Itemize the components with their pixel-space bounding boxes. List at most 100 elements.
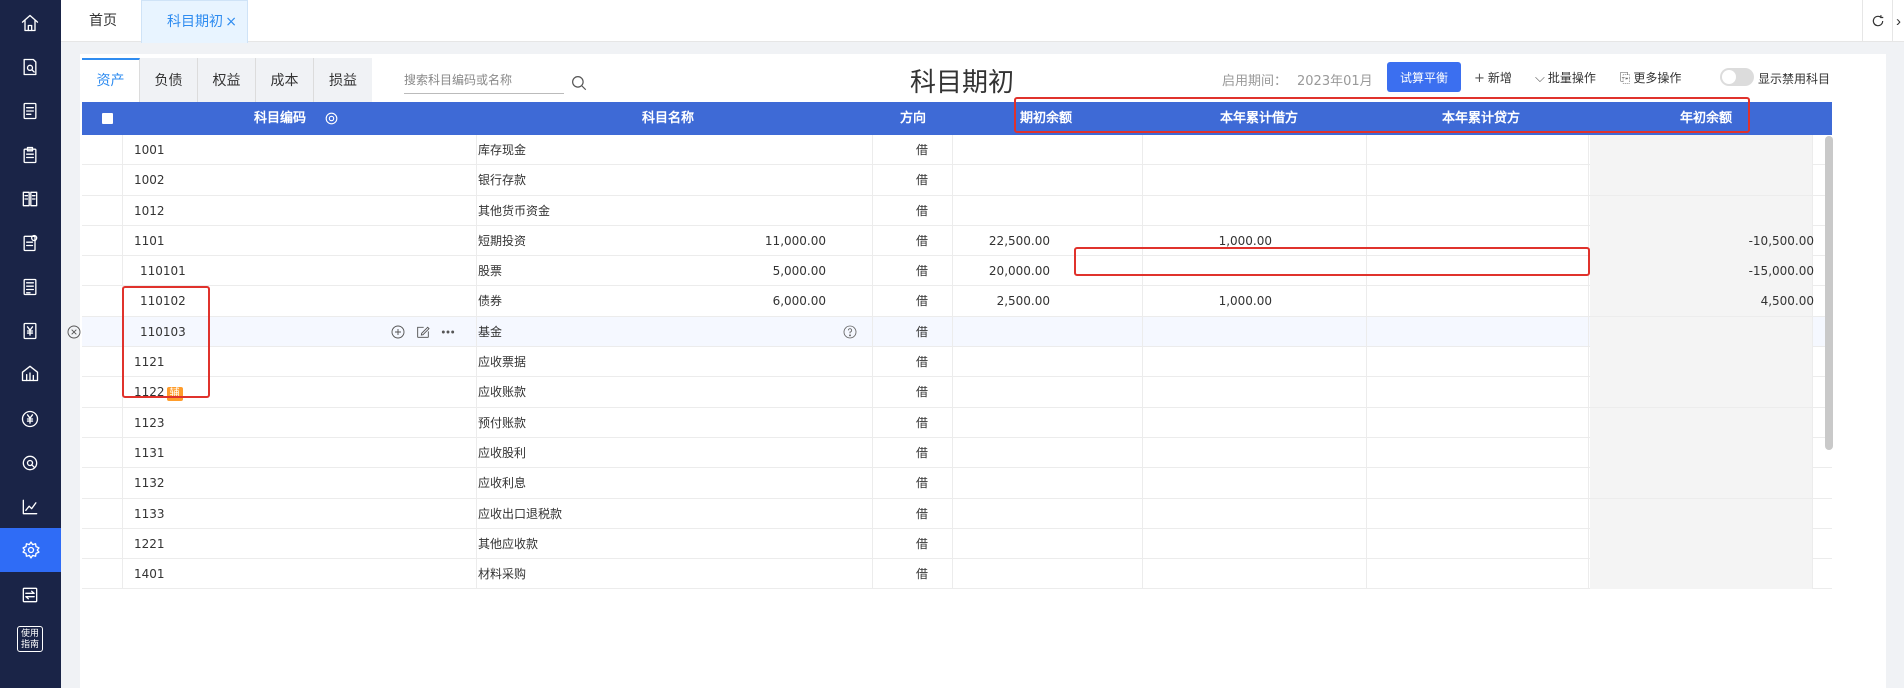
document-list-icon[interactable] — [15, 96, 45, 126]
tab-profit-loss[interactable]: 损益 — [314, 58, 372, 102]
delete-row-icon[interactable] — [66, 324, 82, 340]
search-input[interactable] — [404, 68, 554, 92]
header-name: 科目名称 — [642, 111, 695, 126]
more-dots-icon[interactable] — [440, 324, 456, 340]
column-settings-icon[interactable] — [324, 111, 339, 126]
column-divider — [476, 377, 477, 408]
year-debit-cell[interactable]: 20,000.00 — [989, 256, 1050, 286]
year-debit-cell[interactable]: 2,500.00 — [997, 286, 1050, 316]
opening-balance-cell[interactable]: 6,000.00 — [773, 286, 826, 316]
subject-name: 应收利息 — [478, 476, 527, 491]
column-divider — [952, 347, 953, 378]
table-row[interactable]: 110102 债券 借 6,000.00 2,500.00 1,000.00 4,500.0… — [82, 286, 1832, 317]
notes-icon[interactable] — [15, 272, 45, 302]
more-operation-button[interactable]: ⎘ 更多操作 — [1620, 69, 1681, 86]
year-start-cell-bg — [1590, 559, 1812, 590]
column-divider — [1588, 225, 1589, 256]
tab-home[interactable]: 首页 — [89, 0, 117, 42]
column-divider — [122, 316, 123, 347]
column-divider — [872, 256, 873, 287]
yuan-doc-icon[interactable] — [15, 316, 45, 346]
direction-cell: 借 — [915, 355, 928, 370]
column-divider — [1366, 407, 1367, 438]
chevron-right-icon[interactable]: › — [1892, 0, 1904, 42]
vertical-scrollbar[interactable] — [1825, 136, 1833, 450]
tab-cost[interactable]: 成本 — [256, 58, 314, 102]
table-row[interactable]: 1121 应收票据 借 — [82, 347, 1832, 378]
table-row[interactable]: 1002 银行存款 借 — [82, 165, 1832, 196]
subject-code-text: 110102 — [140, 294, 186, 309]
edit-icon[interactable] — [415, 324, 431, 340]
subject-name: 库存现金 — [478, 143, 527, 157]
year-debit-cell[interactable]: 22,500.00 — [989, 226, 1050, 256]
yuan-circle-icon[interactable] — [15, 404, 45, 434]
table-row[interactable]: 1221 其他应收款 借 — [82, 528, 1832, 560]
plus-icon: + — [1474, 71, 1485, 86]
year-credit-cell[interactable]: 1,000.00 — [1219, 286, 1272, 316]
tab-equity[interactable]: 权益 — [198, 58, 256, 102]
usage-guide-icon[interactable]: 使用指南 — [17, 626, 43, 652]
search-circle-icon[interactable] — [15, 448, 45, 478]
subject-code: 1121 — [134, 347, 165, 377]
column-divider — [1142, 256, 1143, 287]
help-icon[interactable] — [842, 324, 858, 340]
refresh-icon[interactable] — [1862, 0, 1892, 42]
column-divider — [122, 286, 123, 317]
subject-name: 其他应收款 — [478, 536, 539, 551]
select-all-checkbox[interactable] — [102, 113, 113, 124]
table-row[interactable]: 1101 短期投资 借 11,000.00 22,500.00 1,000.00 -10,5… — [82, 225, 1832, 257]
table-row[interactable]: 110101 股票 借 5,000.00 20,000.00 -15,000.00 — [82, 256, 1832, 287]
subject-code-text: 1123 — [134, 415, 165, 430]
direction-cell: 借 — [915, 506, 928, 521]
table-row[interactable]: 1122 辅 应收账款 借 — [82, 377, 1832, 408]
subject-name: 应收股利 — [478, 445, 527, 460]
subject-code: 1002 — [134, 165, 165, 195]
column-divider — [1366, 468, 1367, 499]
period-value: 2023年01月 — [1297, 74, 1373, 89]
home-icon[interactable] — [15, 8, 45, 38]
column-divider — [122, 225, 123, 256]
transfer-icon[interactable] — [15, 580, 45, 610]
settings-icon[interactable] — [0, 528, 61, 572]
ledger-icon[interactable] — [15, 184, 45, 214]
opening-balance-cell[interactable]: 11,000.00 — [765, 226, 826, 256]
table-row[interactable]: 1133 应收出口退税款 借 — [82, 498, 1832, 529]
tab-assets[interactable]: 资产 — [82, 58, 140, 102]
column-divider — [1812, 195, 1813, 226]
trial-balance-button[interactable]: 试算平衡 — [1387, 62, 1461, 92]
direction-cell: 借 — [915, 476, 928, 491]
table-row[interactable]: 110103 基金 借 — [67, 316, 1832, 348]
subject-code-text: 1132 — [134, 476, 165, 491]
column-divider — [122, 347, 123, 378]
table-row[interactable]: 1123 预付账款 借 — [82, 407, 1832, 438]
table-row[interactable]: 1131 应收股利 借 — [82, 437, 1832, 469]
table-row[interactable]: 1401 材料采购 借 — [82, 559, 1832, 590]
year-credit-cell[interactable]: 1,000.00 — [1219, 226, 1272, 256]
trend-chart-icon[interactable] — [15, 492, 45, 522]
batch-operation-button[interactable]: ⌵ 批量操作 — [1535, 69, 1596, 86]
building-icon[interactable] — [15, 358, 45, 388]
column-divider — [1142, 407, 1143, 438]
table-row[interactable]: 1001 库存现金 借 — [82, 135, 1832, 166]
subject-code: 1122 辅 — [134, 377, 183, 407]
table-row[interactable]: 1012 其他货币资金 借 — [82, 195, 1832, 226]
auxiliary-badge[interactable]: 辅 — [166, 387, 183, 402]
column-divider — [1366, 437, 1367, 468]
show-disabled-toggle[interactable] — [1720, 68, 1754, 86]
column-divider — [1366, 225, 1367, 256]
tab-subject-opening[interactable]: 科目期初 × — [141, 0, 248, 43]
close-icon[interactable]: × — [225, 1, 237, 43]
year-start-cell-bg — [1590, 528, 1812, 559]
opening-balance-cell[interactable]: 5,000.00 — [773, 256, 826, 286]
add-button[interactable]: + 新增 — [1474, 69, 1512, 86]
table-row[interactable]: 1132 应收利息 借 — [82, 468, 1832, 499]
report-icon[interactable] — [15, 228, 45, 258]
subject-code: 1132 — [134, 468, 165, 498]
column-divider — [1588, 256, 1589, 287]
search-icon[interactable] — [570, 74, 588, 92]
main-panel: 资产 负债 权益 成本 损益 科目期初 启用期间： 2023年01月 试算平衡 … — [67, 54, 1886, 688]
add-sub-icon[interactable] — [390, 324, 406, 340]
clipboard-icon[interactable] — [15, 140, 45, 170]
tab-liabilities[interactable]: 负债 — [140, 58, 198, 102]
voucher-search-icon[interactable] — [15, 52, 45, 82]
